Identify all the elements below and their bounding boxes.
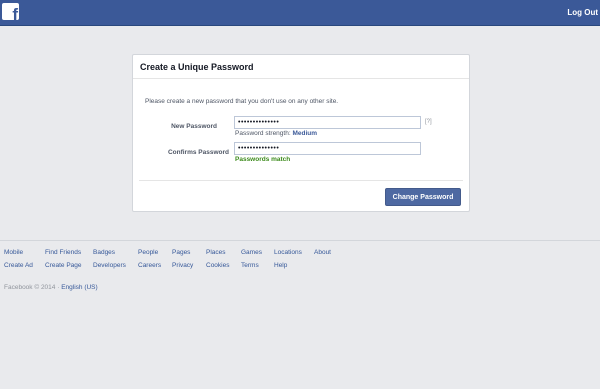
instructions-text: Please create a new password that you do… bbox=[145, 98, 339, 105]
footer-link-people[interactable]: People bbox=[138, 249, 158, 256]
top-bar: f Log Out bbox=[0, 0, 600, 26]
footer-link-create-ad[interactable]: Create Ad bbox=[4, 262, 33, 269]
footer-link-badges[interactable]: Badges bbox=[93, 249, 115, 256]
footer-link-games[interactable]: Games bbox=[241, 249, 262, 256]
card-header: Create a Unique Password bbox=[133, 55, 469, 79]
new-password-label: New Password bbox=[171, 123, 217, 130]
footer-link-developers[interactable]: Developers bbox=[93, 262, 126, 269]
logo-letter: f bbox=[12, 5, 18, 20]
footer-link-locations[interactable]: Locations bbox=[274, 249, 302, 256]
password-match-message: Passwords match bbox=[235, 156, 291, 163]
card-title: Create a Unique Password bbox=[140, 62, 254, 72]
facebook-logo-icon[interactable]: f bbox=[2, 3, 19, 20]
footer-divider bbox=[0, 240, 600, 241]
copyright-text: Facebook © 2014 · bbox=[4, 284, 60, 291]
footer-link-terms[interactable]: Terms bbox=[241, 262, 259, 269]
footer-link-cookies[interactable]: Cookies bbox=[206, 262, 229, 269]
new-password-input[interactable]: •••••••••••••• bbox=[234, 116, 421, 129]
copyright: Facebook © 2014 · English (US) bbox=[4, 284, 98, 291]
footer-link-privacy[interactable]: Privacy bbox=[172, 262, 193, 269]
footer-link-help[interactable]: Help bbox=[274, 262, 287, 269]
change-password-button[interactable]: Change Password bbox=[385, 188, 461, 206]
footer-link-mobile[interactable]: Mobile bbox=[4, 249, 23, 256]
password-card: Create a Unique Password Please create a… bbox=[132, 54, 470, 212]
footer-link-find-friends[interactable]: Find Friends bbox=[45, 249, 81, 256]
language-link[interactable]: English (US) bbox=[61, 284, 97, 291]
password-strength-value: Medium bbox=[292, 130, 318, 137]
footer-link-places[interactable]: Places bbox=[206, 249, 226, 256]
confirm-password-label: Confirms Password bbox=[167, 149, 229, 156]
footer-link-careers[interactable]: Careers bbox=[138, 262, 161, 269]
footer-link-about[interactable]: About bbox=[314, 249, 331, 256]
logout-link[interactable]: Log Out bbox=[567, 8, 598, 17]
confirm-password-input[interactable]: •••••••••••••• bbox=[234, 142, 421, 155]
footer-link-pages[interactable]: Pages bbox=[172, 249, 190, 256]
password-help-link[interactable]: [?] bbox=[425, 119, 432, 125]
password-strength: Password strength: Medium bbox=[235, 130, 317, 137]
password-strength-label: Password strength: bbox=[235, 130, 291, 137]
card-divider bbox=[139, 180, 463, 181]
footer-link-create-page[interactable]: Create Page bbox=[45, 262, 82, 269]
